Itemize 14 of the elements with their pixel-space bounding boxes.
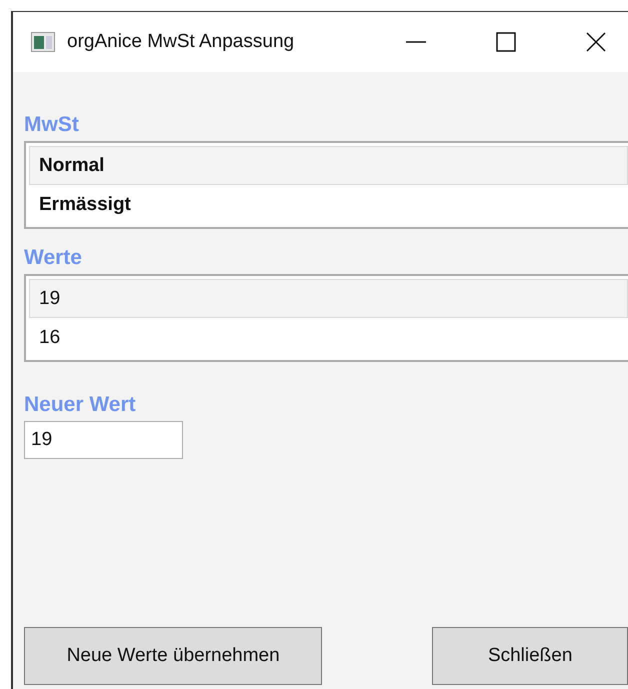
field-label: Neuer Wert: [24, 392, 137, 418]
window-title: orgAnice MwSt Anpassung: [67, 30, 294, 54]
input-field[interactable]: 19: [24, 421, 183, 459]
maximize-icon[interactable]: [496, 32, 516, 52]
close-dialog-button[interactable]: Schließen: [432, 627, 628, 685]
list-item[interactable]: 19: [29, 279, 628, 318]
close-icon[interactable]: [586, 32, 606, 52]
app-icon: [31, 32, 55, 52]
list-item[interactable]: Ermässigt: [29, 185, 628, 224]
section-label: MwSt: [24, 112, 80, 138]
apply-button[interactable]: Neue Werte übernehmen: [24, 627, 322, 685]
section-label: Werte: [24, 245, 83, 271]
list-item[interactable]: Normal: [29, 146, 628, 185]
list-item[interactable]: 16: [29, 318, 628, 357]
